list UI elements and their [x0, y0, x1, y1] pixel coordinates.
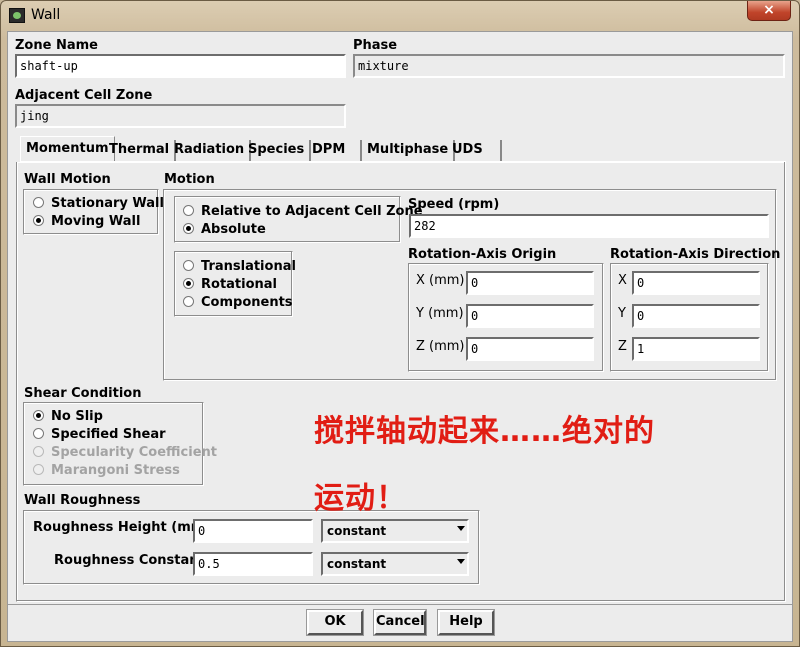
radio-dot: [33, 197, 44, 208]
radio-dot: [33, 464, 44, 475]
roughness-constant-label: Roughness Constant: [54, 553, 205, 568]
radio-dot: [183, 296, 194, 307]
annotation-line-1: 搅拌轴动起来……绝对的: [314, 414, 655, 449]
components-radio[interactable]: Components: [183, 295, 293, 310]
shear-condition-label: Shear Condition: [24, 386, 142, 401]
ok-button[interactable]: OK: [307, 610, 363, 635]
tab-uds[interactable]: UDS: [447, 140, 502, 162]
rotation-axis-direction-group: X 0 Y 0 Z 1: [610, 263, 769, 372]
wall-motion-label: Wall Motion: [24, 172, 111, 187]
chevron-down-icon: [457, 559, 465, 564]
wall-roughness-group: Roughness Height (mm) 0 constant Roughne…: [23, 510, 480, 585]
radio-dot: [33, 428, 44, 439]
roughness-constant-method-dropdown[interactable]: constant: [321, 552, 469, 576]
direction-x-field[interactable]: 0: [632, 271, 760, 295]
tab-thermal[interactable]: Thermal: [104, 140, 177, 162]
tab-multiphase[interactable]: Multiphase: [362, 140, 456, 162]
absolute-radio[interactable]: Absolute: [183, 222, 266, 237]
zone-name-field[interactable]: shaft-up: [15, 54, 346, 78]
adjacent-cell-zone-label: Adjacent Cell Zone: [15, 88, 153, 103]
tab-species[interactable]: Species: [243, 140, 312, 162]
direction-y-field[interactable]: 0: [632, 304, 760, 328]
motion-type-group: Translational Rotational Components: [174, 251, 296, 317]
tab-radiation[interactable]: Radiation: [169, 140, 252, 162]
roughness-height-method-dropdown[interactable]: constant: [321, 519, 469, 543]
motion-label: Motion: [164, 172, 215, 187]
help-button[interactable]: Help: [438, 610, 494, 635]
radio-dot: [183, 205, 194, 216]
origin-y-field[interactable]: 0: [466, 304, 594, 328]
shear-condition-group: No Slip Specified Shear Specularity Coef…: [23, 402, 217, 486]
speed-label: Speed (rpm): [408, 197, 500, 212]
roughness-height-field[interactable]: 0: [193, 519, 313, 543]
origin-z-field[interactable]: 0: [466, 337, 594, 361]
rotation-axis-origin-label: Rotation-Axis Origin: [408, 247, 557, 262]
marangoni-stress-radio: Marangoni Stress: [33, 463, 180, 478]
speed-field[interactable]: 282: [409, 214, 769, 238]
specified-shear-radio[interactable]: Specified Shear: [33, 427, 166, 442]
specularity-coefficient-radio: Specularity Coefficient: [33, 445, 217, 460]
no-slip-radio[interactable]: No Slip: [33, 409, 103, 424]
chevron-down-icon: [457, 526, 465, 531]
annotation-line-2: 运动！: [314, 481, 407, 516]
origin-x-label: X (mm): [416, 273, 465, 288]
direction-x-label: X: [618, 273, 627, 288]
rotational-radio[interactable]: Rotational: [183, 277, 277, 292]
dialog-client-area: Zone Name shaft-up Phase mixture Adjacen…: [7, 31, 793, 642]
tab-dpm[interactable]: DPM: [307, 140, 362, 162]
direction-z-label: Z: [618, 339, 627, 354]
window-title: Wall: [31, 7, 61, 23]
tab-momentum[interactable]: Momentum: [20, 136, 115, 162]
radio-dot: [183, 260, 194, 271]
rotation-axis-origin-group: X (mm) 0 Y (mm) 0 Z (mm) 0: [408, 263, 604, 372]
close-button[interactable]: ×: [747, 1, 791, 21]
moving-wall-radio[interactable]: Moving Wall: [33, 214, 140, 229]
phase-field: mixture: [353, 54, 785, 78]
wall-dialog-window: Wall × Zone Name shaft-up Phase mixture …: [0, 0, 800, 647]
stationary-wall-radio[interactable]: Stationary Wall: [33, 196, 164, 211]
wall-roughness-label: Wall Roughness: [24, 493, 141, 508]
wall-motion-group: Stationary Wall Moving Wall: [23, 189, 164, 235]
adjacent-cell-zone-field: jing: [15, 104, 346, 128]
roughness-constant-field[interactable]: 0.5: [193, 552, 313, 576]
zone-name-label: Zone Name: [15, 38, 98, 53]
motion-reference-group: Relative to Adjacent Cell Zone Absolute: [174, 196, 423, 243]
phase-label: Phase: [353, 38, 398, 53]
direction-y-label: Y: [618, 306, 626, 321]
radio-dot-selected: [33, 215, 44, 226]
app-icon: [9, 8, 25, 23]
origin-z-label: Z (mm): [416, 339, 465, 354]
origin-x-field[interactable]: 0: [466, 271, 594, 295]
cancel-button[interactable]: Cancel: [374, 610, 426, 635]
radio-dot-selected: [183, 278, 194, 289]
radio-dot-selected: [183, 223, 194, 234]
translational-radio[interactable]: Translational: [183, 259, 296, 274]
radio-dot: [33, 446, 44, 457]
button-separator: [8, 604, 792, 605]
relative-to-adjacent-radio[interactable]: Relative to Adjacent Cell Zone: [183, 204, 423, 219]
roughness-height-label: Roughness Height (mm): [33, 520, 211, 535]
radio-dot-selected: [33, 410, 44, 421]
direction-z-field[interactable]: 1: [632, 337, 760, 361]
title-bar[interactable]: Wall ×: [1, 1, 799, 31]
rotation-axis-direction-label: Rotation-Axis Direction: [610, 247, 781, 262]
origin-y-label: Y (mm): [416, 306, 464, 321]
